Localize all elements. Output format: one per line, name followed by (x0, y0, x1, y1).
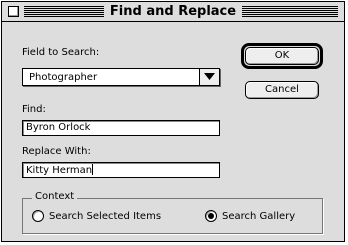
dialog-title: Find and Replace (106, 4, 240, 20)
popup-arrow-box[interactable] (199, 69, 219, 85)
context-group-title: Context (32, 191, 78, 203)
field-to-search-popup[interactable]: Photographer (22, 68, 220, 86)
find-field[interactable]: Byron Orlock (22, 120, 220, 136)
field-to-search-label: Field to Search: (22, 47, 100, 58)
cancel-button[interactable]: Cancel (245, 81, 319, 99)
radio-search-gallery-label[interactable]: Search Gallery (222, 211, 295, 223)
field-to-search-value: Photographer (29, 72, 98, 83)
chevron-down-icon (204, 73, 215, 80)
radio-search-selected-label[interactable]: Search Selected Items (49, 211, 161, 223)
replace-value-wrap: Kitty Herman (26, 164, 94, 177)
title-bar[interactable]: Find and Replace (2, 2, 344, 22)
radio-dot-icon (208, 213, 214, 219)
find-value: Byron Orlock (26, 122, 91, 133)
radio-button-icon[interactable] (32, 210, 44, 222)
find-replace-dialog: Find and Replace Field to Search: Photog… (1, 1, 345, 242)
close-box-icon[interactable] (8, 6, 19, 17)
replace-value: Kitty Herman (26, 165, 93, 176)
text-cursor (92, 164, 94, 175)
title-stripes-left (24, 6, 104, 17)
radio-button-selected-icon[interactable] (205, 210, 217, 222)
title-stripes-right (242, 6, 338, 17)
ok-button[interactable]: OK (245, 47, 319, 65)
find-label: Find: (22, 104, 46, 115)
replace-field[interactable]: Kitty Herman (22, 162, 220, 178)
replace-label: Replace With: (22, 146, 91, 157)
